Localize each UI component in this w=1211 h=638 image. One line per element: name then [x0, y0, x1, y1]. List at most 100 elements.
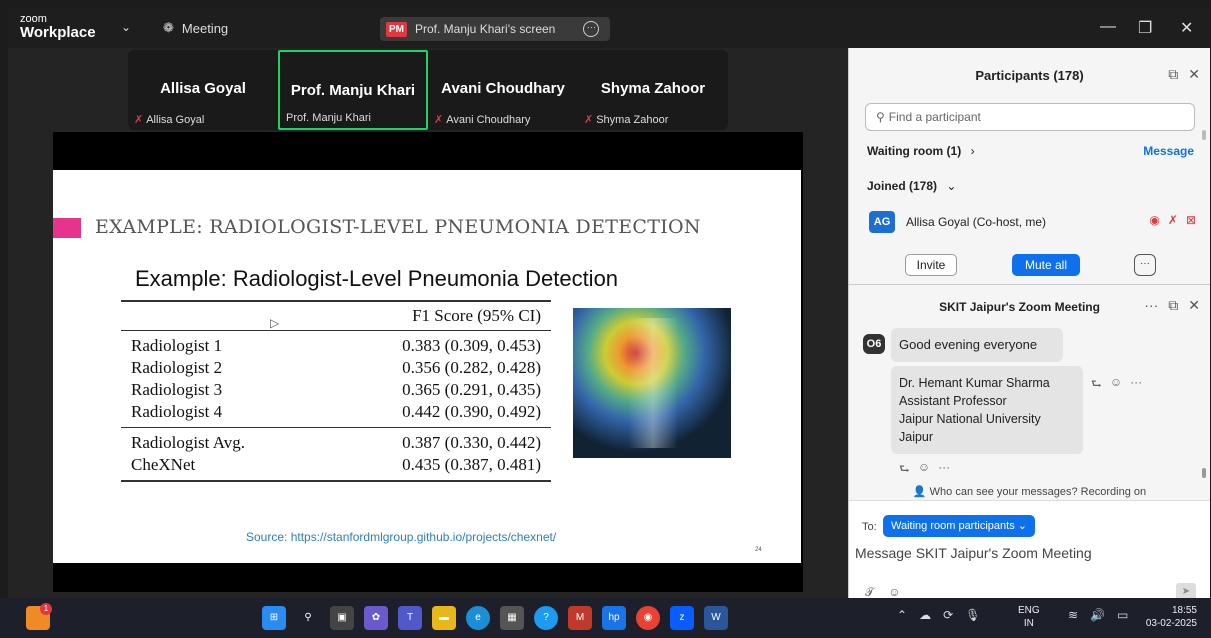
message-input[interactable] — [855, 541, 1195, 565]
slide-page-number: 24 — [755, 547, 762, 553]
joined-toggle[interactable]: Joined (178) ⌄ — [867, 179, 956, 193]
store-icon[interactable]: ▦ — [500, 606, 524, 630]
edge-icon[interactable]: e — [466, 606, 490, 630]
emoji-icon[interactable]: ☺ — [1110, 375, 1122, 396]
row-score: 0.435 (0.387, 0.481) — [402, 455, 541, 474]
participant-name[interactable]: Allisa Goyal (Co-host, me) — [906, 215, 1046, 229]
close-icon[interactable]: ✕ — [1188, 66, 1200, 83]
participant-tile-active[interactable]: Prof. Manju Khari Prof. Manju Khari — [278, 50, 428, 130]
table-group: Radiologist 1 0.383 (0.309, 0.453) Radiolo… — [121, 331, 551, 427]
teams-icon[interactable]: T — [398, 606, 422, 630]
zoom-window: zoom Workplace ⌄ ❁ Meeting PM Prof. Manj… — [8, 8, 1210, 598]
participants-header-icons: ⧉ ✕ — [1168, 66, 1200, 83]
waiting-room-toggle[interactable]: Waiting room (1) › — [867, 144, 975, 158]
sender-avatar: O6 — [863, 334, 885, 354]
avatar: AG — [869, 211, 895, 233]
participant-tile[interactable]: Allisa Goyal ✗ Allisa Goyal — [128, 50, 278, 130]
chat-line: Dr. Hemant Kumar Sharma — [899, 376, 1050, 390]
search-icon[interactable]: ⚲ — [296, 606, 320, 630]
minimize-icon[interactable]: — — [1100, 18, 1116, 36]
reply-icon[interactable]: ⮑ — [1091, 375, 1102, 396]
visibility-notice[interactable]: 👤 Who can see your messages? Recording o… — [849, 485, 1210, 498]
participant-tile[interactable]: Avani Choudhary ✗ Avani Choudhary — [428, 50, 578, 130]
microphone-icon[interactable]: 🎙 — [965, 608, 980, 622]
divider — [849, 284, 1210, 285]
participant-tile[interactable]: Shyma Zahoor ✗ Shyma Zahoor — [578, 50, 728, 130]
format-icon[interactable]: 𝒯 — [865, 585, 874, 598]
message-link[interactable]: Message — [1143, 144, 1194, 158]
mic-off-icon[interactable]: ✗ — [1168, 213, 1178, 227]
row-score: 0.383 (0.309, 0.453) — [402, 336, 541, 355]
chat-header-icons: ··· ⧉ ✕ — [1144, 297, 1200, 314]
tile-name: Avani Choudhary — [441, 80, 565, 97]
search-input[interactable] — [888, 110, 1169, 124]
mic-off-icon: ✗ — [584, 114, 594, 126]
more-button[interactable]: ··· — [1134, 254, 1156, 276]
tile-label: ✗ Allisa Goyal — [134, 113, 205, 127]
copilot-icon[interactable]: ✿ — [364, 606, 388, 630]
file-explorer-icon[interactable]: ▬ — [432, 606, 456, 630]
chevron-down-icon[interactable]: ⌄ — [121, 20, 131, 34]
more-icon[interactable]: ··· — [1130, 375, 1142, 396]
restore-icon[interactable]: ❐ — [1138, 18, 1152, 38]
task-view-icon[interactable]: ▣ — [330, 606, 354, 630]
battery-icon[interactable]: ▭ — [1117, 608, 1128, 622]
row-score: 0.356 (0.282, 0.428) — [402, 358, 541, 377]
language-indicator[interactable]: ENG IN — [1018, 604, 1040, 630]
message-actions: ⮑ ☺ ··· — [899, 460, 950, 481]
popout-icon[interactable]: ⧉ — [1168, 66, 1178, 83]
wifi-icon[interactable]: ≋ — [1068, 608, 1078, 622]
table-row: Radiologist 2 0.356 (0.282, 0.428) — [121, 357, 551, 379]
close-icon[interactable]: ✕ — [1180, 18, 1193, 38]
popout-icon[interactable]: ⧉ — [1168, 297, 1178, 314]
row-label: Radiologist 3 — [131, 380, 223, 399]
chat-message[interactable]: Good evening everyone — [891, 328, 1063, 362]
send-icon[interactable]: ➤ — [1176, 583, 1196, 598]
search-icon: ⚲ — [876, 110, 885, 124]
scrollbar[interactable] — [1202, 130, 1206, 140]
scrollbar[interactable] — [1202, 468, 1206, 478]
chat-line: Jaipur National University — [899, 412, 1041, 426]
emoji-icon[interactable]: ☺ — [888, 585, 900, 598]
chat-line: Jaipur — [899, 430, 934, 444]
row-score: 0.387 (0.330, 0.442) — [402, 433, 541, 452]
video-off-icon[interactable]: ⊠ — [1186, 213, 1196, 227]
meeting-menu[interactable]: ❁ Meeting — [163, 20, 228, 36]
tile-name: Shyma Zahoor — [600, 80, 706, 97]
tile-name: Prof. Manju Khari — [290, 82, 416, 99]
more-options-icon[interactable]: ··· — [583, 21, 600, 37]
clock[interactable]: 18:55 03-02-2025 — [1146, 604, 1197, 630]
table-row: Radiologist 1 0.383 (0.309, 0.453) — [121, 335, 551, 357]
windows-start-icon[interactable]: ⊞ — [262, 606, 286, 630]
mcafee-icon[interactable]: M — [568, 606, 592, 630]
zoom-taskbar-icon[interactable]: z — [670, 606, 694, 630]
chevron-up-icon[interactable]: ⌃ — [897, 608, 907, 622]
chrome-icon[interactable]: ◉ — [636, 606, 660, 630]
word-icon[interactable]: W — [704, 606, 728, 630]
recipient-dropdown[interactable]: Waiting room participants ⌄ — [883, 515, 1035, 537]
table-group: Radiologist Avg. 0.387 (0.330, 0.442) CheX… — [121, 428, 551, 480]
people-icon: 👤 — [912, 486, 927, 498]
logo-big-text: Workplace — [20, 24, 96, 41]
more-icon[interactable]: ··· — [1144, 297, 1158, 314]
table-row: Radiologist 4 0.442 (0.390, 0.492) — [121, 401, 551, 423]
mute-all-button[interactable]: Mute all — [1012, 254, 1080, 276]
participant-search[interactable]: ⚲ — [865, 103, 1195, 131]
emoji-icon[interactable]: ☺ — [918, 460, 930, 481]
presentation-slide: EXAMPLE: RADIOLOGIST-LEVEL PNEUMONIA DET… — [53, 170, 801, 563]
chat-message[interactable]: Dr. Hemant Kumar Sharma Assistant Profes… — [891, 366, 1083, 454]
video-gallery: Allisa Goyal ✗ Allisa Goyal Prof. Manju K… — [128, 50, 728, 130]
sync-icon[interactable]: ⟳ — [943, 608, 953, 622]
zoom-logo: zoom Workplace — [20, 13, 96, 41]
cloud-icon[interactable]: ☁ — [919, 608, 931, 622]
screen-share-indicator[interactable]: PM Prof. Manju Khari's screen ··· — [380, 17, 610, 41]
close-icon[interactable]: ✕ — [1188, 297, 1200, 314]
row-label: Radiologist 2 — [131, 358, 223, 377]
more-icon[interactable]: ··· — [938, 460, 950, 481]
help-icon[interactable]: ? — [534, 606, 558, 630]
hp-icon[interactable]: hp — [602, 606, 626, 630]
reply-icon[interactable]: ⮑ — [899, 460, 910, 481]
invite-button[interactable]: Invite — [905, 254, 957, 276]
title-bar: zoom Workplace ⌄ ❁ Meeting PM Prof. Manj… — [8, 8, 1210, 48]
volume-icon[interactable]: 🔊 — [1090, 608, 1105, 622]
